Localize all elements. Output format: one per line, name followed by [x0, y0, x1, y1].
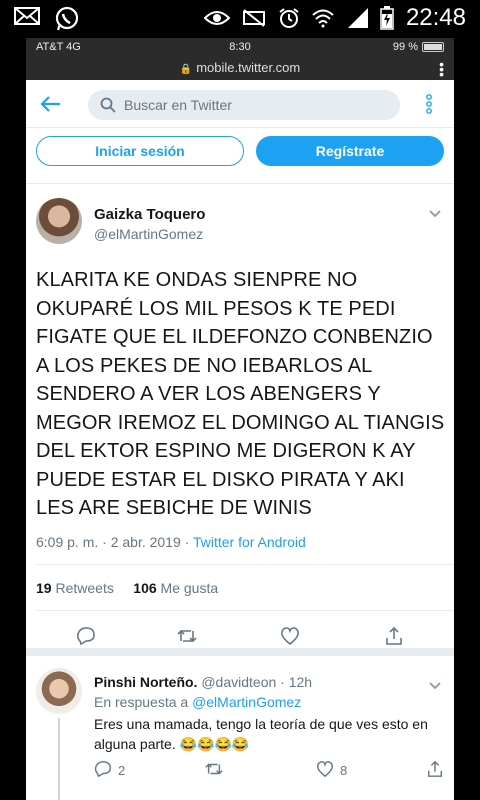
reply-icon — [94, 760, 112, 781]
mail-icon — [14, 6, 40, 32]
replying-mention-link[interactable]: @elMartinGomez — [192, 694, 301, 710]
divider — [36, 610, 454, 611]
retweets-label: Retweets — [55, 580, 114, 596]
ios-status-bar: AT&T 4G 8:30 99 % — [26, 38, 454, 58]
reply-like-button[interactable]: 8 — [316, 760, 347, 781]
reply-author[interactable]: Pinshi Norteño. @davidteon · 12h — [94, 674, 312, 690]
share-icon[interactable] — [426, 760, 444, 778]
avatar[interactable] — [36, 668, 82, 714]
main-tweet: Gaizka Toquero @elMartinGomez KLARITA KE… — [26, 184, 454, 654]
likes-label: Me gusta — [160, 580, 219, 596]
signal-icon — [346, 8, 368, 28]
reply-reply-button[interactable]: 2 — [94, 760, 125, 781]
replying-to: En respuesta a @elMartinGomez — [94, 694, 301, 710]
divider — [36, 564, 454, 565]
search-icon — [100, 97, 116, 118]
retweets-stat[interactable]: 19 Retweets — [36, 580, 114, 596]
retweet-icon[interactable] — [204, 760, 224, 778]
retweets-count: 19 — [36, 580, 52, 596]
wifi-icon — [312, 8, 334, 28]
more-options-icon[interactable] — [426, 94, 432, 119]
twitter-mobile-screen: AT&T 4G 8:30 99 % 🔒 mobile.twitter.com • •… — [26, 38, 454, 800]
lock-icon: 🔒 — [179, 64, 193, 75]
browser-url-bar[interactable]: 🔒 mobile.twitter.com • • • — [26, 57, 454, 81]
battery-percent: 99 % — [392, 41, 418, 53]
eye-icon — [203, 9, 230, 27]
likes-stat[interactable]: 106 Me gusta — [133, 580, 218, 596]
chevron-down-icon[interactable] — [428, 206, 442, 224]
ios-battery: 99 % — [393, 41, 444, 53]
battery-charging-icon — [380, 6, 394, 30]
tweet-text: KLARITA KE ONDAS SIENPRE NO OKUPARÉ LOS … — [36, 269, 445, 519]
tweet-timestamp: 6:09 p. m. · 2 abr. 2019 · — [36, 534, 193, 550]
tweet-source-link[interactable]: Twitter for Android — [193, 534, 306, 550]
android-clock: 22:48 — [405, 4, 466, 31]
chevron-down-icon[interactable] — [428, 678, 442, 696]
ios-clock: 8:30 — [229, 41, 251, 53]
reply-text: Eres una mamada, tengo la teoría de que … — [94, 716, 428, 752]
browser-menu-icon[interactable]: • • • — [439, 57, 444, 81]
like-icon — [316, 760, 334, 781]
thread-line — [58, 718, 60, 800]
reply-actions: 2 8 — [94, 760, 444, 780]
tweet-meta: 6:09 p. m. · 2 abr. 2019 · Twitter for A… — [36, 534, 306, 550]
search-box[interactable] — [88, 90, 400, 120]
replying-prefix: En respuesta a — [94, 694, 193, 710]
android-status-bar: 22:48 — [0, 0, 480, 38]
tweet-stats: 19 Retweets 106 Me gusta — [36, 580, 218, 596]
login-button[interactable]: Iniciar sesión — [36, 136, 244, 166]
tweet-author-handle[interactable]: @elMartinGomez — [94, 226, 203, 242]
twitter-header — [26, 80, 454, 128]
like-count: 8 — [340, 763, 348, 778]
likes-count: 106 — [133, 580, 157, 596]
signup-button[interactable]: Regístrate — [256, 136, 444, 166]
reply-author-name: Pinshi Norteño. — [94, 674, 198, 690]
alarm-icon — [278, 7, 300, 29]
reply-count: 2 — [118, 763, 126, 778]
avatar[interactable] — [36, 198, 82, 244]
tweet-author-name[interactable]: Gaizka Toquero — [94, 206, 205, 223]
search-input[interactable] — [124, 90, 384, 120]
section-separator — [26, 648, 454, 656]
whatsapp-icon — [54, 6, 80, 32]
auth-bar: Iniciar sesión Regístrate — [26, 128, 454, 184]
back-arrow-icon[interactable] — [38, 94, 62, 119]
url-text: mobile.twitter.com — [196, 60, 301, 75]
reply-handle-time: @davidteon · 12h — [201, 674, 313, 690]
mute-icon — [242, 8, 266, 28]
battery-icon — [422, 42, 444, 52]
